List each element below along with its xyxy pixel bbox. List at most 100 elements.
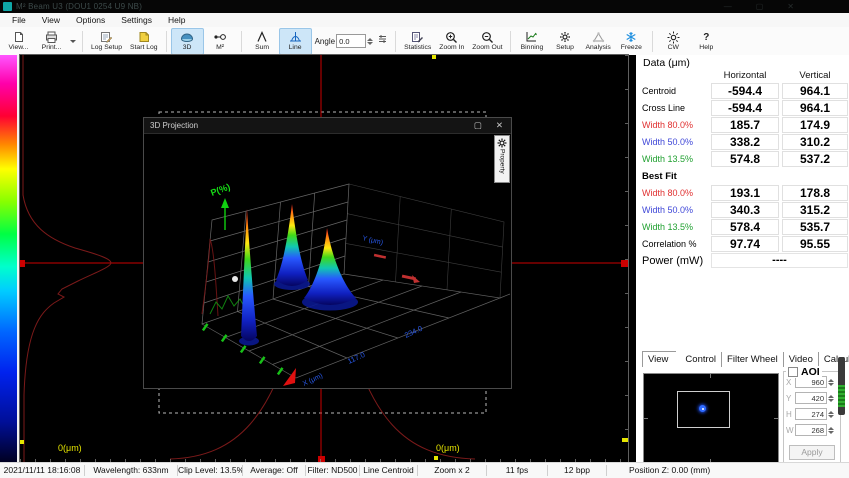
- panel-tabs: View Control Filter Wheel Video Calculat…: [642, 351, 849, 367]
- angle-spinner[interactable]: [367, 38, 373, 45]
- status-fps: 11 fps: [487, 465, 548, 476]
- property-tab[interactable]: Property: [494, 135, 510, 183]
- freeze-snowflake-icon: [625, 31, 637, 44]
- menu-file[interactable]: File: [4, 13, 34, 27]
- projection-titlebar[interactable]: 3D Projection ▢ ✕: [144, 118, 511, 134]
- binning-button[interactable]: Binning: [515, 28, 548, 55]
- aoi-checkbox[interactable]: [788, 367, 798, 377]
- tab-filter-wheel[interactable]: Filter Wheel: [722, 352, 784, 367]
- aoi-y-spinner[interactable]: [828, 395, 834, 402]
- log-setup-button[interactable]: Log Setup: [87, 28, 126, 55]
- data-panel-title: Data (μm): [643, 57, 849, 69]
- print-button[interactable]: Print...: [35, 28, 68, 55]
- cross-line-v-value: 964.1: [782, 100, 848, 116]
- binning-icon: [525, 31, 538, 44]
- y-axis-label: Y (μm): [362, 235, 384, 247]
- bf-width80-v-value: 178.8: [782, 185, 848, 201]
- status-filter: Filter: ND500: [306, 465, 360, 476]
- aoi-w-input[interactable]: [795, 424, 827, 436]
- close-icon[interactable]: ✕: [787, 0, 794, 13]
- view-icon: [13, 31, 25, 44]
- m2-button[interactable]: M²: [204, 28, 237, 55]
- apply-button[interactable]: Apply: [789, 445, 835, 460]
- cw-button[interactable]: CW: [657, 28, 690, 55]
- projection-maximize-icon[interactable]: ▢: [474, 118, 482, 133]
- statistics-button[interactable]: Statistics: [400, 28, 435, 55]
- window-controls: — ▢ ✕: [724, 0, 794, 13]
- angle-input[interactable]: [336, 34, 366, 48]
- width50-v-value: 310.2: [782, 134, 848, 150]
- zoom-in-icon: [445, 31, 458, 44]
- angle-control: Angle: [315, 32, 388, 50]
- separator: [395, 31, 396, 52]
- aoi-x-spinner[interactable]: [828, 379, 834, 386]
- aoi-h-input[interactable]: [795, 408, 827, 420]
- property-gear-icon: [497, 138, 507, 148]
- tab-control[interactable]: Control: [680, 352, 722, 367]
- angle-adjust-icon[interactable]: [377, 32, 388, 50]
- row-label-bf-width50: Width 50.0%: [642, 203, 708, 218]
- beam-spot: [699, 405, 706, 412]
- freeze-button[interactable]: Freeze: [615, 28, 648, 55]
- zoom-out-button[interactable]: Zoom Out: [468, 28, 506, 55]
- help-button[interactable]: ? Help: [690, 28, 723, 55]
- setup-button[interactable]: Setup: [548, 28, 581, 55]
- row-label-width135: Width 13.5%: [642, 152, 708, 167]
- statistics-icon: [411, 31, 424, 44]
- panel-scrollbar[interactable]: [838, 357, 845, 415]
- x-axis-tick-1: 117.0: [346, 350, 366, 366]
- h-axis-zero-label: 0(μm): [436, 443, 460, 453]
- status-average: Average: Off: [243, 465, 306, 476]
- maximize-icon[interactable]: ▢: [756, 0, 764, 13]
- row-label-width80: Width 80.0%: [642, 118, 708, 133]
- status-line-centroid: Line Centroid: [360, 465, 418, 476]
- palette-colorbar: [0, 55, 17, 462]
- menu-help[interactable]: Help: [160, 13, 193, 27]
- camera-preview[interactable]: [643, 373, 779, 464]
- status-bar: 2021/11/11 18:16:08 Wavelength: 633nm Cl…: [0, 462, 849, 478]
- menu-view[interactable]: View: [34, 13, 68, 27]
- width50-h-value: 338.2: [711, 134, 779, 150]
- menu-options[interactable]: Options: [68, 13, 113, 27]
- window-title: M² Beam U3 (DOU1 0254 U9 NB): [16, 2, 142, 11]
- bf-width50-v-value: 315.2: [782, 202, 848, 218]
- aoi-w-spinner[interactable]: [828, 427, 834, 434]
- menu-bar: File View Options Settings Help: [0, 13, 849, 27]
- start-log-button[interactable]: Start Log: [126, 28, 162, 55]
- print-dropdown-icon[interactable]: [70, 40, 76, 43]
- projection-close-icon[interactable]: ✕: [496, 118, 503, 133]
- correlation-h-value: 97.74: [711, 236, 779, 252]
- line-button[interactable]: Line: [279, 28, 312, 55]
- bf-width80-h-value: 193.1: [711, 185, 779, 201]
- analysis-button[interactable]: Analysis: [581, 28, 614, 55]
- 3d-beam-plot[interactable]: P(%) 117.0: [144, 134, 511, 389]
- aoi-y-input[interactable]: [795, 392, 827, 404]
- tab-video[interactable]: Video: [784, 352, 819, 367]
- minimize-icon[interactable]: —: [724, 0, 732, 13]
- p-axis: P(%): [209, 182, 231, 230]
- tab-view[interactable]: View: [642, 351, 676, 367]
- scrollbar-thumb[interactable]: [838, 385, 845, 407]
- width80-v-value: 174.9: [782, 117, 848, 133]
- view-button[interactable]: View...: [2, 28, 35, 55]
- status-wavelength: Wavelength: 633nm: [85, 465, 178, 476]
- aoi-h-spinner[interactable]: [828, 411, 834, 418]
- separator: [82, 31, 83, 52]
- beam-peak-main: [302, 228, 358, 311]
- zoom-in-button[interactable]: Zoom In: [435, 28, 468, 55]
- status-zoom: Zoom x 2: [418, 465, 487, 476]
- p-axis-label: P(%): [209, 182, 231, 198]
- app-icon: [3, 2, 12, 11]
- 3d-button[interactable]: 3D: [171, 28, 204, 55]
- row-label-power: Power (mW): [642, 255, 708, 267]
- correlation-v-value: 95.55: [782, 236, 848, 252]
- sum-icon: [256, 31, 268, 44]
- width135-h-value: 574.8: [711, 151, 779, 167]
- x-axis-label: X (μm): [302, 373, 324, 388]
- beam-image-area[interactable]: 0(μm) 0(μm) 3D Projection ▢ ✕: [20, 55, 628, 462]
- sum-button[interactable]: Sum: [246, 28, 279, 55]
- x-axis-origin-arrow: X (μm): [283, 368, 324, 388]
- row-label-cross-line: Cross Line: [642, 101, 708, 116]
- menu-settings[interactable]: Settings: [113, 13, 160, 27]
- angle-label: Angle: [315, 37, 335, 46]
